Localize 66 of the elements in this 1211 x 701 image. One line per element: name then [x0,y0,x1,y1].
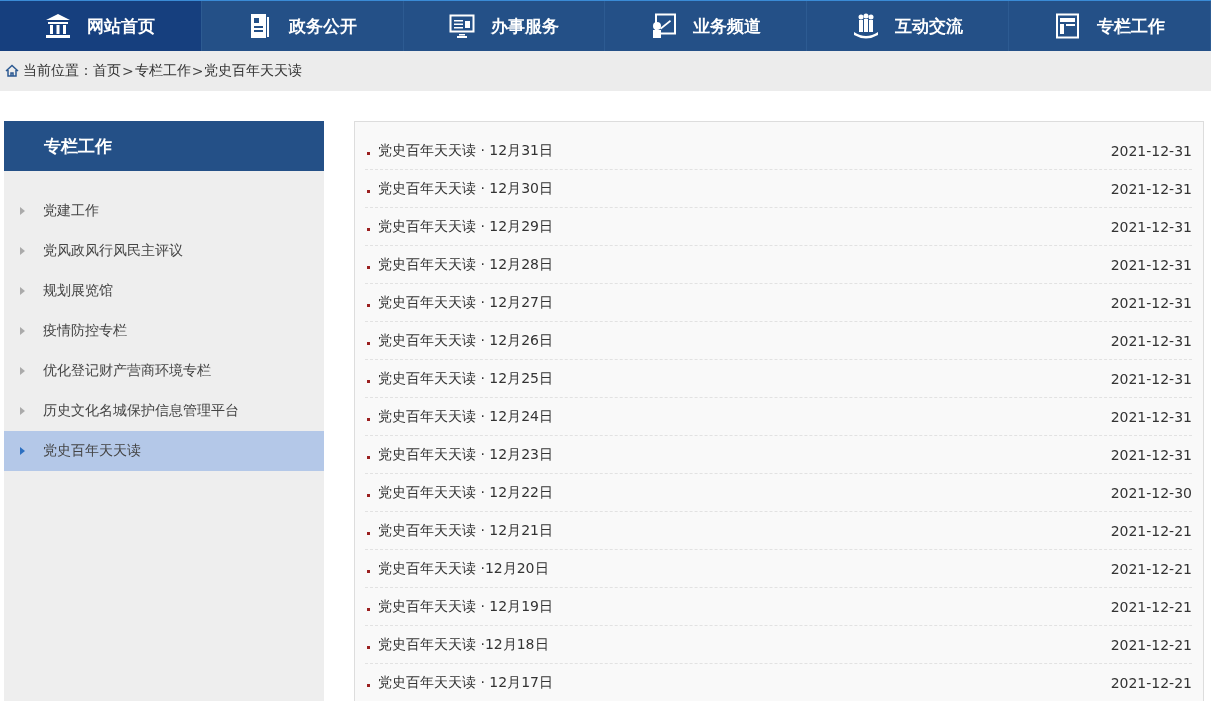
bullet-icon [367,418,370,421]
bullet-icon [367,380,370,383]
breadcrumb-separator: > [122,63,134,79]
article-date: 2021-12-30 [1110,484,1192,501]
article-date: 2021-12-31 [1110,180,1192,197]
article-date: 2021-12-31 [1110,218,1192,235]
article-link[interactable]: 党史百年天天读 · 12月21日 [378,521,1111,540]
article-date: 2021-12-31 [1110,408,1192,425]
article-date: 2021-12-31 [1110,142,1192,159]
article-link[interactable]: 党史百年天天读 · 12月29日 [378,217,1111,236]
building-icon [45,13,72,39]
article-link[interactable]: 党史百年天天读 · 12月19日 [378,597,1111,616]
bullet-icon [367,190,370,193]
bullet-icon [367,684,370,687]
sidebar-item[interactable]: 疫情防控专栏 [4,311,324,351]
sidebar-title: 专栏工作 [4,121,324,171]
bullet-icon [367,494,370,497]
article-link[interactable]: 党史百年天天读 · 12月24日 [378,407,1111,426]
article-link[interactable]: 党史百年天天读 · 12月26日 [378,331,1111,350]
article-date: 2021-12-31 [1110,256,1192,273]
article-link[interactable]: 党史百年天天读 · 12月27日 [378,293,1111,312]
layout-icon [1054,13,1081,39]
sidebar-item[interactable]: 党史百年天天读 [4,431,324,471]
bullet-icon [367,304,370,307]
article-date: 2021-12-31 [1110,370,1192,387]
bullet-icon [367,646,370,649]
article-date: 2021-12-21 [1110,636,1192,653]
article-link[interactable]: 党史百年天天读 · 12月31日 [378,141,1111,160]
bullet-icon [367,570,370,573]
sidebar-item[interactable]: 党建工作 [4,191,324,231]
bullet-icon [367,608,370,611]
article-date: 2021-12-31 [1110,332,1192,349]
board-icon [650,13,677,39]
article-link[interactable]: 党史百年天天读 · 12月23日 [378,445,1111,464]
article-link[interactable]: 党史百年天天读 · 12月22日 [378,483,1111,502]
home-icon [5,64,19,78]
sidebar-item[interactable]: 优化登记财产营商环境专栏 [4,351,324,391]
bullet-icon [367,228,370,231]
breadcrumb-link[interactable]: 首页 [93,62,121,80]
bullet-icon [367,152,370,155]
sidebar-item[interactable]: 规划展览馆 [4,271,324,311]
article-link[interactable]: 党史百年天天读 · 12月28日 [378,255,1111,274]
nav-tab[interactable]: 网站首页 [0,1,202,51]
article-link[interactable]: 党史百年天天读 ·12月20日 [378,559,1111,578]
article-link[interactable]: 党史百年天天读 · 12月25日 [378,369,1111,388]
article-date: 2021-12-31 [1110,294,1192,311]
article-link[interactable]: 党史百年天天读 · 12月17日 [378,673,1111,692]
breadcrumb-link[interactable]: 党史百年天天读 [204,62,303,80]
article-date: 2021-12-21 [1110,522,1192,539]
monitor-icon [449,13,476,39]
sidebar-item[interactable]: 历史文化名城保护信息管理平台 [4,391,324,431]
sidebar-item[interactable]: 党风政风行风民主评议 [4,231,324,271]
people-icon [852,13,879,39]
breadcrumb-separator: > [191,63,204,79]
article-date: 2021-12-21 [1110,674,1192,691]
bullet-icon [367,342,370,345]
bullet-icon [367,456,370,459]
bullet-icon [367,266,370,269]
article-date: 2021-12-21 [1110,598,1192,615]
breadcrumb-link[interactable]: 专栏工作 [134,62,191,80]
article-link[interactable]: 党史百年天天读 · 12月30日 [378,179,1111,198]
article-date: 2021-12-21 [1110,560,1192,577]
bullet-icon [367,532,370,535]
breadcrumb-label: 当前位置： [23,62,93,80]
article-date: 2021-12-31 [1110,446,1192,463]
article-link[interactable]: 党史百年天天读 ·12月18日 [378,635,1111,654]
